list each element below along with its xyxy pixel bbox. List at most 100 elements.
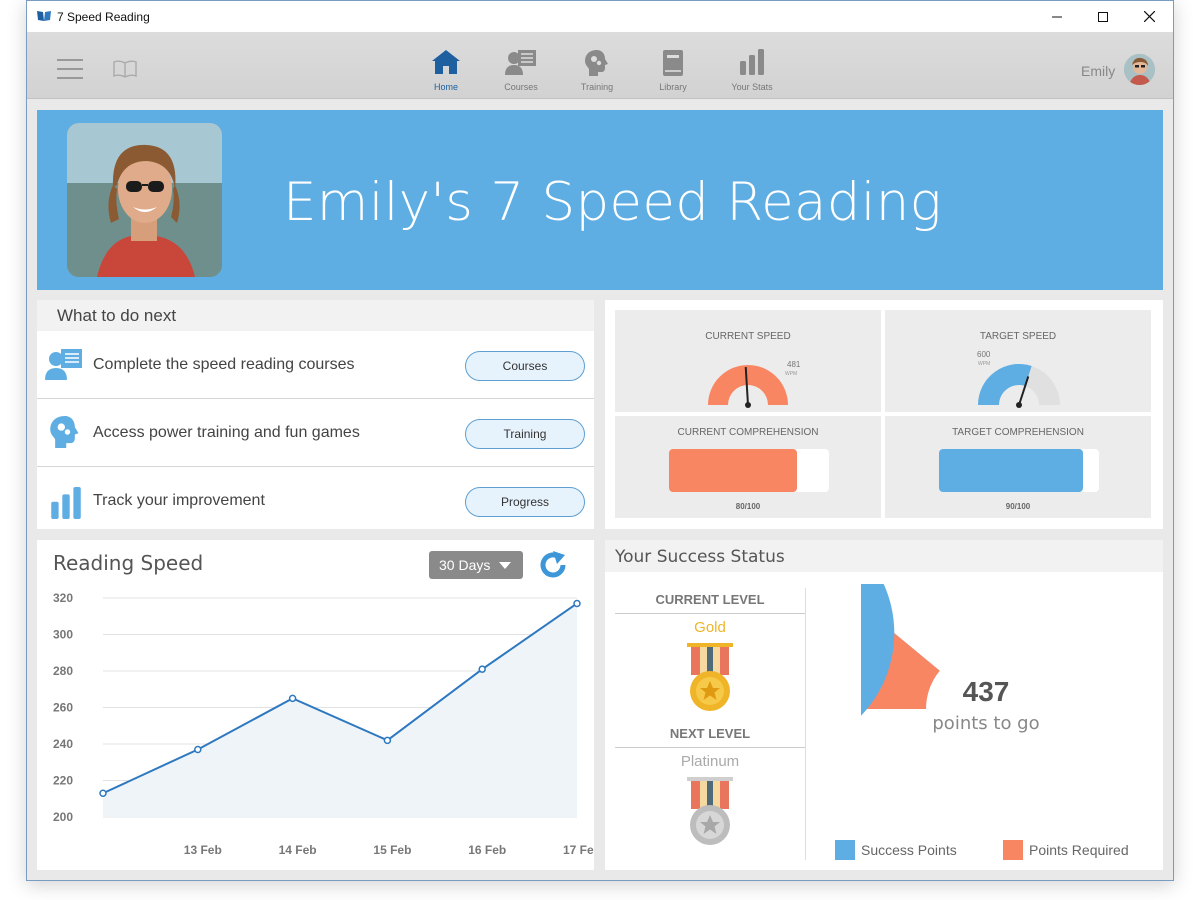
tab-label: Library	[659, 82, 687, 92]
tab-library[interactable]: Library	[640, 32, 706, 99]
home-icon	[432, 50, 460, 74]
success-status-panel: Your Success Status CURRENT LEVEL Gold N…	[605, 540, 1163, 870]
task-text: Track your improvement	[93, 492, 265, 509]
chart-area	[103, 603, 577, 817]
target-speed-value: 600	[977, 350, 991, 359]
book-icon	[663, 50, 683, 76]
banner-title: Emily's 7 Speed Reading	[283, 172, 942, 233]
current-speed-gauge: 481 WPM	[708, 360, 801, 408]
range-dropdown[interactable]: 30 Days	[429, 551, 523, 579]
reading-speed-chart: 320 300 280 260 240 220 200 13 Feb 14 Feb 15 Feb 1…	[53, 591, 594, 857]
y-tick-label: 240	[53, 737, 73, 751]
bar-chart-icon	[740, 49, 764, 75]
task-row-progress: Track your improvement Progress	[37, 467, 594, 535]
data-point	[383, 736, 392, 745]
y-tick-label: 300	[53, 628, 73, 642]
data-point	[573, 599, 581, 608]
minimize-button[interactable]	[1034, 1, 1080, 32]
profile-photo-image	[67, 123, 222, 277]
training-button[interactable]: Training	[465, 419, 585, 449]
tab-home[interactable]: Home	[413, 32, 479, 99]
hero-banner: Emily's 7 Speed Reading	[37, 110, 1163, 290]
data-point	[288, 694, 297, 703]
data-point	[99, 789, 107, 798]
target-speed-gauge: 600 WPM	[977, 350, 1060, 408]
x-tick-label: 15 Feb	[373, 843, 411, 857]
maximize-icon	[1098, 11, 1108, 22]
target-comprehension-card: TARGET COMPREHENSION 90/100	[885, 416, 1151, 518]
window-title: 7 Speed Reading	[57, 10, 150, 24]
open-book-button[interactable]	[113, 60, 137, 83]
current-level-label: CURRENT LEVEL	[615, 592, 805, 614]
legend-points-required: Points Required	[1003, 840, 1129, 860]
reading-speed-panel: Reading Speed 30 Days 320 300 280 260 240 220…	[37, 540, 594, 870]
current-comprehension-track	[669, 449, 829, 492]
tab-label: Training	[580, 82, 614, 92]
menu-button[interactable]	[57, 58, 83, 85]
target-comprehension-value: 90/100	[1005, 502, 1031, 511]
panel-title: What to do next	[37, 300, 594, 331]
task-text: Access power training and fun games	[93, 424, 360, 441]
courses-icon	[45, 349, 82, 380]
current-speed-card: CURRENT SPEED 481 WPM	[615, 310, 881, 412]
current-comprehension-fill	[669, 449, 797, 492]
close-button[interactable]	[1126, 1, 1172, 32]
app-window: 7 Speed Reading Home Courses Training Li…	[26, 0, 1174, 881]
legend-swatch	[835, 840, 855, 860]
x-tick-label: 14 Feb	[279, 843, 317, 857]
current-speed-value: 481	[787, 360, 801, 369]
gold-medal-icon	[687, 643, 733, 711]
y-tick-label: 200	[53, 810, 73, 824]
refresh-icon	[540, 551, 566, 578]
reading-speed-title: Reading Speed	[53, 551, 204, 575]
chevron-down-icon	[499, 562, 511, 569]
tab-training[interactable]: Training	[564, 32, 630, 99]
range-value: 30 Days	[439, 557, 491, 573]
avatar[interactable]	[1124, 54, 1155, 85]
current-comprehension-card: CURRENT COMPREHENSION 80/100	[615, 416, 881, 518]
hamburger-icon	[57, 59, 83, 79]
target-comprehension-fill	[939, 449, 1083, 492]
progress-button[interactable]: Progress	[465, 487, 585, 517]
platinum-medal-icon	[687, 777, 733, 845]
data-point	[194, 745, 202, 754]
tab-your-stats[interactable]: Your Stats	[719, 32, 785, 99]
legend-label: Success Points	[861, 842, 957, 858]
points-value: 437	[963, 676, 1010, 707]
app-book-icon	[37, 11, 51, 21]
current-speed-label: CURRENT SPEED	[705, 331, 791, 342]
user-name[interactable]: Emily	[1081, 63, 1115, 79]
points-donut-chart: 437 points to go	[861, 584, 1046, 769]
tab-label: Home	[433, 82, 458, 92]
tab-label: Courses	[504, 82, 538, 92]
target-speed-card: TARGET SPEED 600 WPM	[885, 310, 1151, 412]
legend-swatch	[1003, 840, 1023, 860]
brain-icon	[50, 416, 79, 448]
y-tick-label: 220	[53, 774, 73, 788]
bar-chart-icon	[51, 487, 81, 519]
task-text: Complete the speed reading courses	[93, 356, 355, 373]
next-level-name: Platinum	[680, 753, 740, 770]
close-icon	[1143, 11, 1155, 22]
task-row-courses: Complete the speed reading courses Cours…	[37, 331, 594, 399]
what-to-do-next-panel: What to do next Complete the speed readi…	[37, 300, 594, 529]
y-tick-label: 320	[53, 591, 73, 605]
profile-photo	[67, 123, 222, 277]
courses-button[interactable]: Courses	[465, 351, 585, 381]
open-book-icon	[113, 60, 137, 78]
wpm-unit: WPM	[978, 361, 990, 367]
user-photo	[1124, 54, 1155, 85]
stats-panel: CURRENT SPEED 481 WPM TARGET SPEED 600 W…	[605, 300, 1163, 529]
y-tick-label: 280	[53, 664, 73, 678]
nav-bar: Home Courses Training Library Your Stats…	[27, 32, 1173, 99]
tab-label: Your Stats	[731, 82, 773, 92]
current-level-name: Gold	[694, 619, 726, 636]
target-comprehension-track	[939, 449, 1099, 492]
minimize-icon	[1052, 16, 1062, 17]
data-point	[478, 665, 486, 673]
x-tick-label: 17 Feb	[563, 843, 594, 857]
tab-courses[interactable]: Courses	[488, 32, 554, 99]
x-tick-label: 13 Feb	[184, 843, 222, 857]
maximize-button[interactable]	[1080, 1, 1126, 32]
points-caption: points to go	[932, 713, 1039, 734]
